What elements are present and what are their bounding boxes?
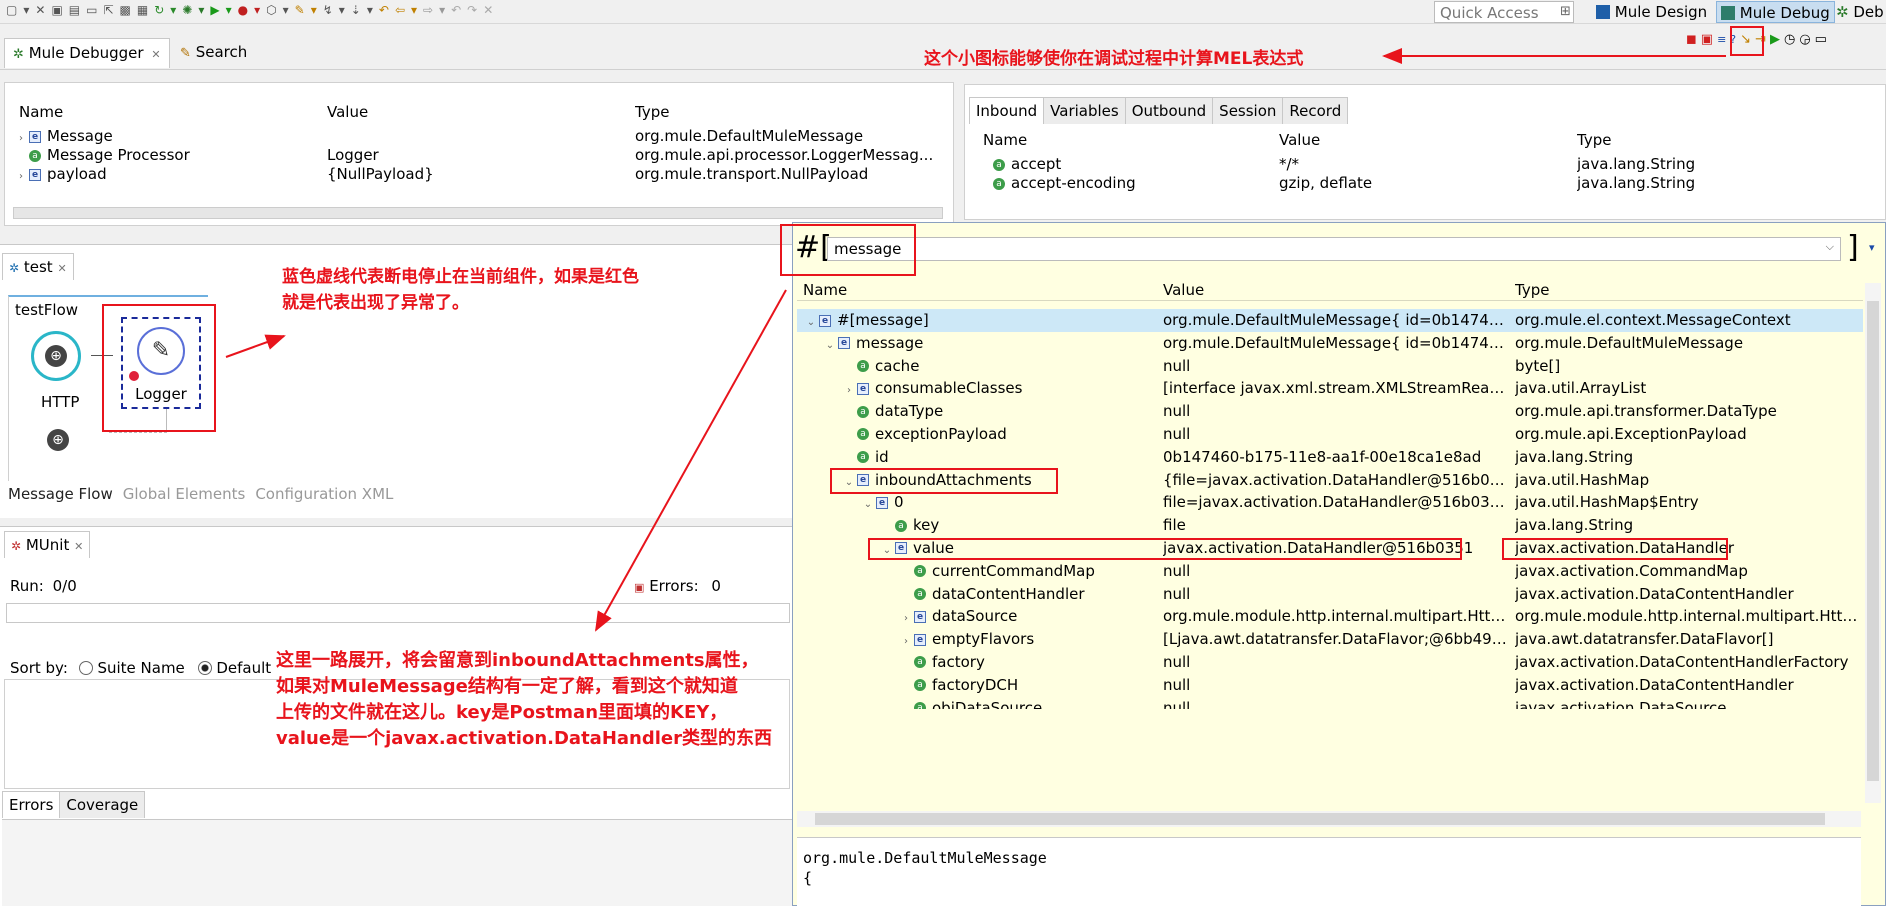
arrow-from-logger bbox=[225, 334, 286, 358]
annotation-mel-icon: 这个小图标能够使你在调试过程中计算MEL表达式 bbox=[924, 49, 1304, 69]
annotation-arrows bbox=[225, 48, 1726, 632]
annotation-expand-note: 这里一路展开，将会留意到inboundAttachments属性， 如果对Mul… bbox=[276, 650, 772, 749]
arrow-expression-to-note bbox=[595, 289, 787, 632]
annotation-breakpoint: 蓝色虚线代表断电停止在当前组件，如果是红色 就是代表出现了异常了。 bbox=[282, 267, 639, 313]
